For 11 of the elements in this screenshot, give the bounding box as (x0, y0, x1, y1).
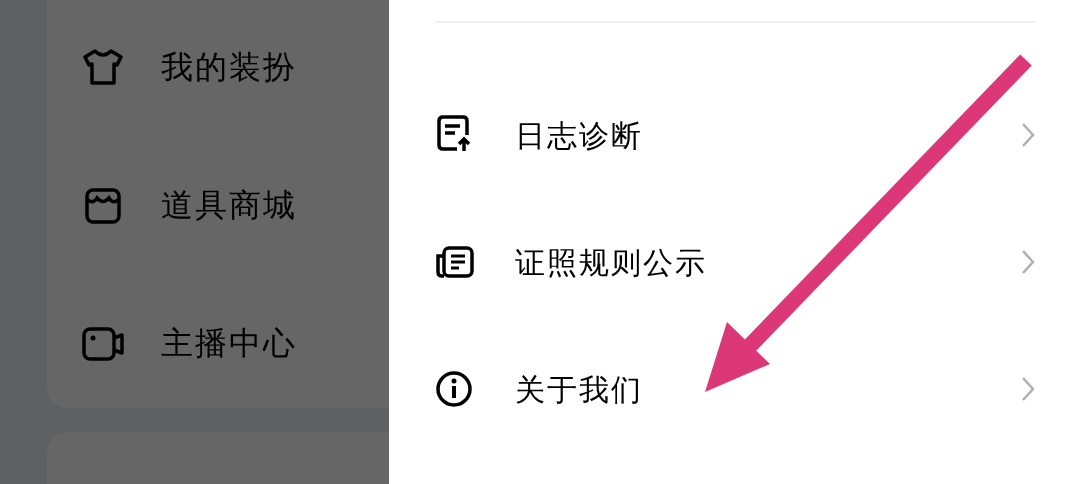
settings-item[interactable]: 关于我们 (435, 357, 1035, 421)
chevron-right-icon (1021, 122, 1035, 148)
info-icon (435, 369, 475, 409)
settings-item[interactable]: 证照规则公示 (435, 230, 1035, 294)
menu-item[interactable]: 我的装扮 (47, 14, 389, 120)
chevron-right-icon (1021, 249, 1035, 275)
menu-item[interactable]: 主播中心 (47, 290, 389, 396)
shirt-icon (81, 47, 125, 87)
menu-item[interactable]: 道具商城 (47, 152, 389, 258)
settings-item[interactable]: 日志诊断 (435, 103, 1035, 167)
chevron-right-icon (1021, 376, 1035, 402)
